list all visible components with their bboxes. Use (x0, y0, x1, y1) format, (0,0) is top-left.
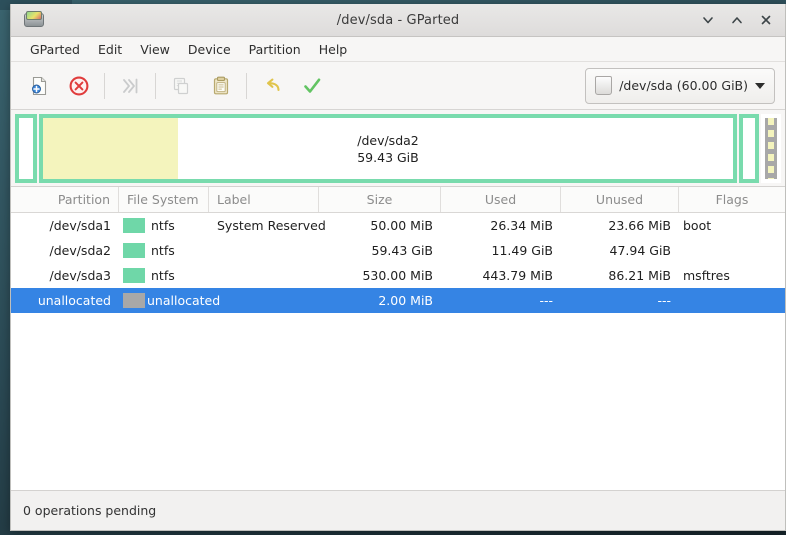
cell-filesystem: ntfs (119, 268, 209, 283)
toolbar: /dev/sda (60.00 GiB) (11, 62, 785, 110)
filesystem-color-swatch (123, 268, 145, 283)
toolbar-separator (246, 72, 247, 99)
unallocated-hatch-pattern (768, 118, 774, 179)
table-row[interactable]: /dev/sda1 ntfs System Reserved 50.00 MiB… (11, 213, 785, 238)
menu-gparted[interactable]: GParted (21, 39, 89, 60)
device-select-dropdown[interactable]: /dev/sda (60.00 GiB) (585, 67, 775, 104)
used-space-fill (43, 118, 178, 179)
cell-size: 59.43 GiB (371, 243, 434, 258)
cell-size: 530.00 MiB (362, 268, 433, 283)
filesystem-name: ntfs (151, 268, 175, 283)
cell-partition: /dev/sda3 (49, 268, 111, 283)
disk-graphic-partition-label: /dev/sda2 59.43 GiB (357, 132, 419, 166)
partition-table-header: Partition File System Label Size Used Un… (11, 187, 785, 213)
disk-graphic-partition-sda1[interactable] (15, 114, 37, 183)
new-partition-button[interactable] (19, 67, 59, 105)
disk-graphic-partition-sda3[interactable] (739, 114, 759, 183)
menu-edit[interactable]: Edit (89, 39, 131, 60)
filesystem-name: ntfs (151, 218, 175, 233)
cell-unused: 47.94 GiB (609, 243, 672, 258)
chevron-down-icon (755, 82, 765, 89)
disk-graphic-partition-unallocated[interactable] (761, 114, 781, 183)
column-header-used[interactable]: Used (441, 187, 561, 212)
menu-device[interactable]: Device (179, 39, 240, 60)
cell-flags: boot (683, 218, 712, 233)
cell-used: 443.79 MiB (482, 268, 553, 283)
status-text: 0 operations pending (23, 503, 157, 518)
cell-used: 11.49 GiB (491, 243, 554, 258)
window-title: /dev/sda - GParted (336, 12, 460, 28)
filesystem-color-swatch (123, 243, 145, 258)
partition-name-text: /dev/sda2 (357, 132, 419, 148)
menu-view[interactable]: View (131, 39, 179, 60)
partition-size-text: 59.43 GiB (357, 149, 419, 165)
column-header-filesystem[interactable]: File System (119, 187, 209, 212)
menu-bar: GParted Edit View Device Partition Help (11, 37, 785, 62)
cell-unused: 23.66 MiB (608, 218, 671, 233)
cell-label: System Reserved (217, 218, 326, 233)
resize-move-button[interactable] (110, 67, 150, 105)
column-header-flags[interactable]: Flags (679, 187, 785, 212)
menu-partition[interactable]: Partition (240, 39, 310, 60)
status-bar: 0 operations pending (11, 490, 785, 530)
hard-disk-icon (23, 9, 45, 31)
cell-unused: --- (657, 293, 671, 308)
cell-filesystem: ntfs (119, 243, 209, 258)
cell-size: 2.00 MiB (378, 293, 433, 308)
apply-checkmark-button[interactable] (292, 67, 332, 105)
disk-graphic: /dev/sda2 59.43 GiB (11, 110, 785, 186)
toolbar-separator (155, 72, 156, 99)
filesystem-color-swatch (123, 293, 145, 308)
close-button[interactable] (753, 7, 779, 33)
window-controls (695, 7, 779, 33)
device-select-label: /dev/sda (60.00 GiB) (619, 78, 748, 93)
column-header-unused[interactable]: Unused (561, 187, 679, 212)
minimize-button[interactable] (695, 7, 721, 33)
cell-partition: /dev/sda2 (49, 243, 111, 258)
table-row[interactable]: unallocated unallocated 2.00 MiB --- --- (11, 288, 785, 313)
cell-used: 26.34 MiB (490, 218, 553, 233)
hard-drive-icon (595, 76, 613, 95)
cell-partition: unallocated (37, 293, 111, 308)
partition-table: Partition File System Label Size Used Un… (11, 186, 785, 490)
title-bar[interactable]: /dev/sda - GParted (11, 4, 785, 37)
cell-size: 50.00 MiB (370, 218, 433, 233)
cell-partition: /dev/sda1 (49, 218, 111, 233)
column-header-label[interactable]: Label (209, 187, 319, 212)
delete-partition-button[interactable] (59, 67, 99, 105)
undo-arrow-button[interactable] (252, 67, 292, 105)
cell-used: --- (539, 293, 553, 308)
cell-unused: 86.21 MiB (608, 268, 671, 283)
column-header-size[interactable]: Size (319, 187, 441, 212)
disk-graphic-partition-sda2[interactable]: /dev/sda2 59.43 GiB (39, 114, 737, 183)
cell-flags: msftres (683, 268, 730, 283)
paste-clipboard-button[interactable] (201, 67, 241, 105)
cell-filesystem: unallocated (119, 293, 220, 308)
partition-table-body: /dev/sda1 ntfs System Reserved 50.00 MiB… (11, 213, 785, 490)
gparted-window: /dev/sda - GParted GParted Edit View Dev… (10, 4, 786, 531)
filesystem-color-swatch (123, 218, 145, 233)
copy-button[interactable] (161, 67, 201, 105)
toolbar-separator (104, 72, 105, 99)
menu-help[interactable]: Help (310, 39, 357, 60)
filesystem-name: ntfs (151, 243, 175, 258)
table-row[interactable]: /dev/sda3 ntfs 530.00 MiB 443.79 MiB 86.… (11, 263, 785, 288)
maximize-button[interactable] (724, 7, 750, 33)
table-row[interactable]: /dev/sda2 ntfs 59.43 GiB 11.49 GiB 47.94… (11, 238, 785, 263)
filesystem-name: unallocated (147, 293, 221, 308)
column-header-partition[interactable]: Partition (11, 187, 119, 212)
cell-filesystem: ntfs (119, 218, 209, 233)
